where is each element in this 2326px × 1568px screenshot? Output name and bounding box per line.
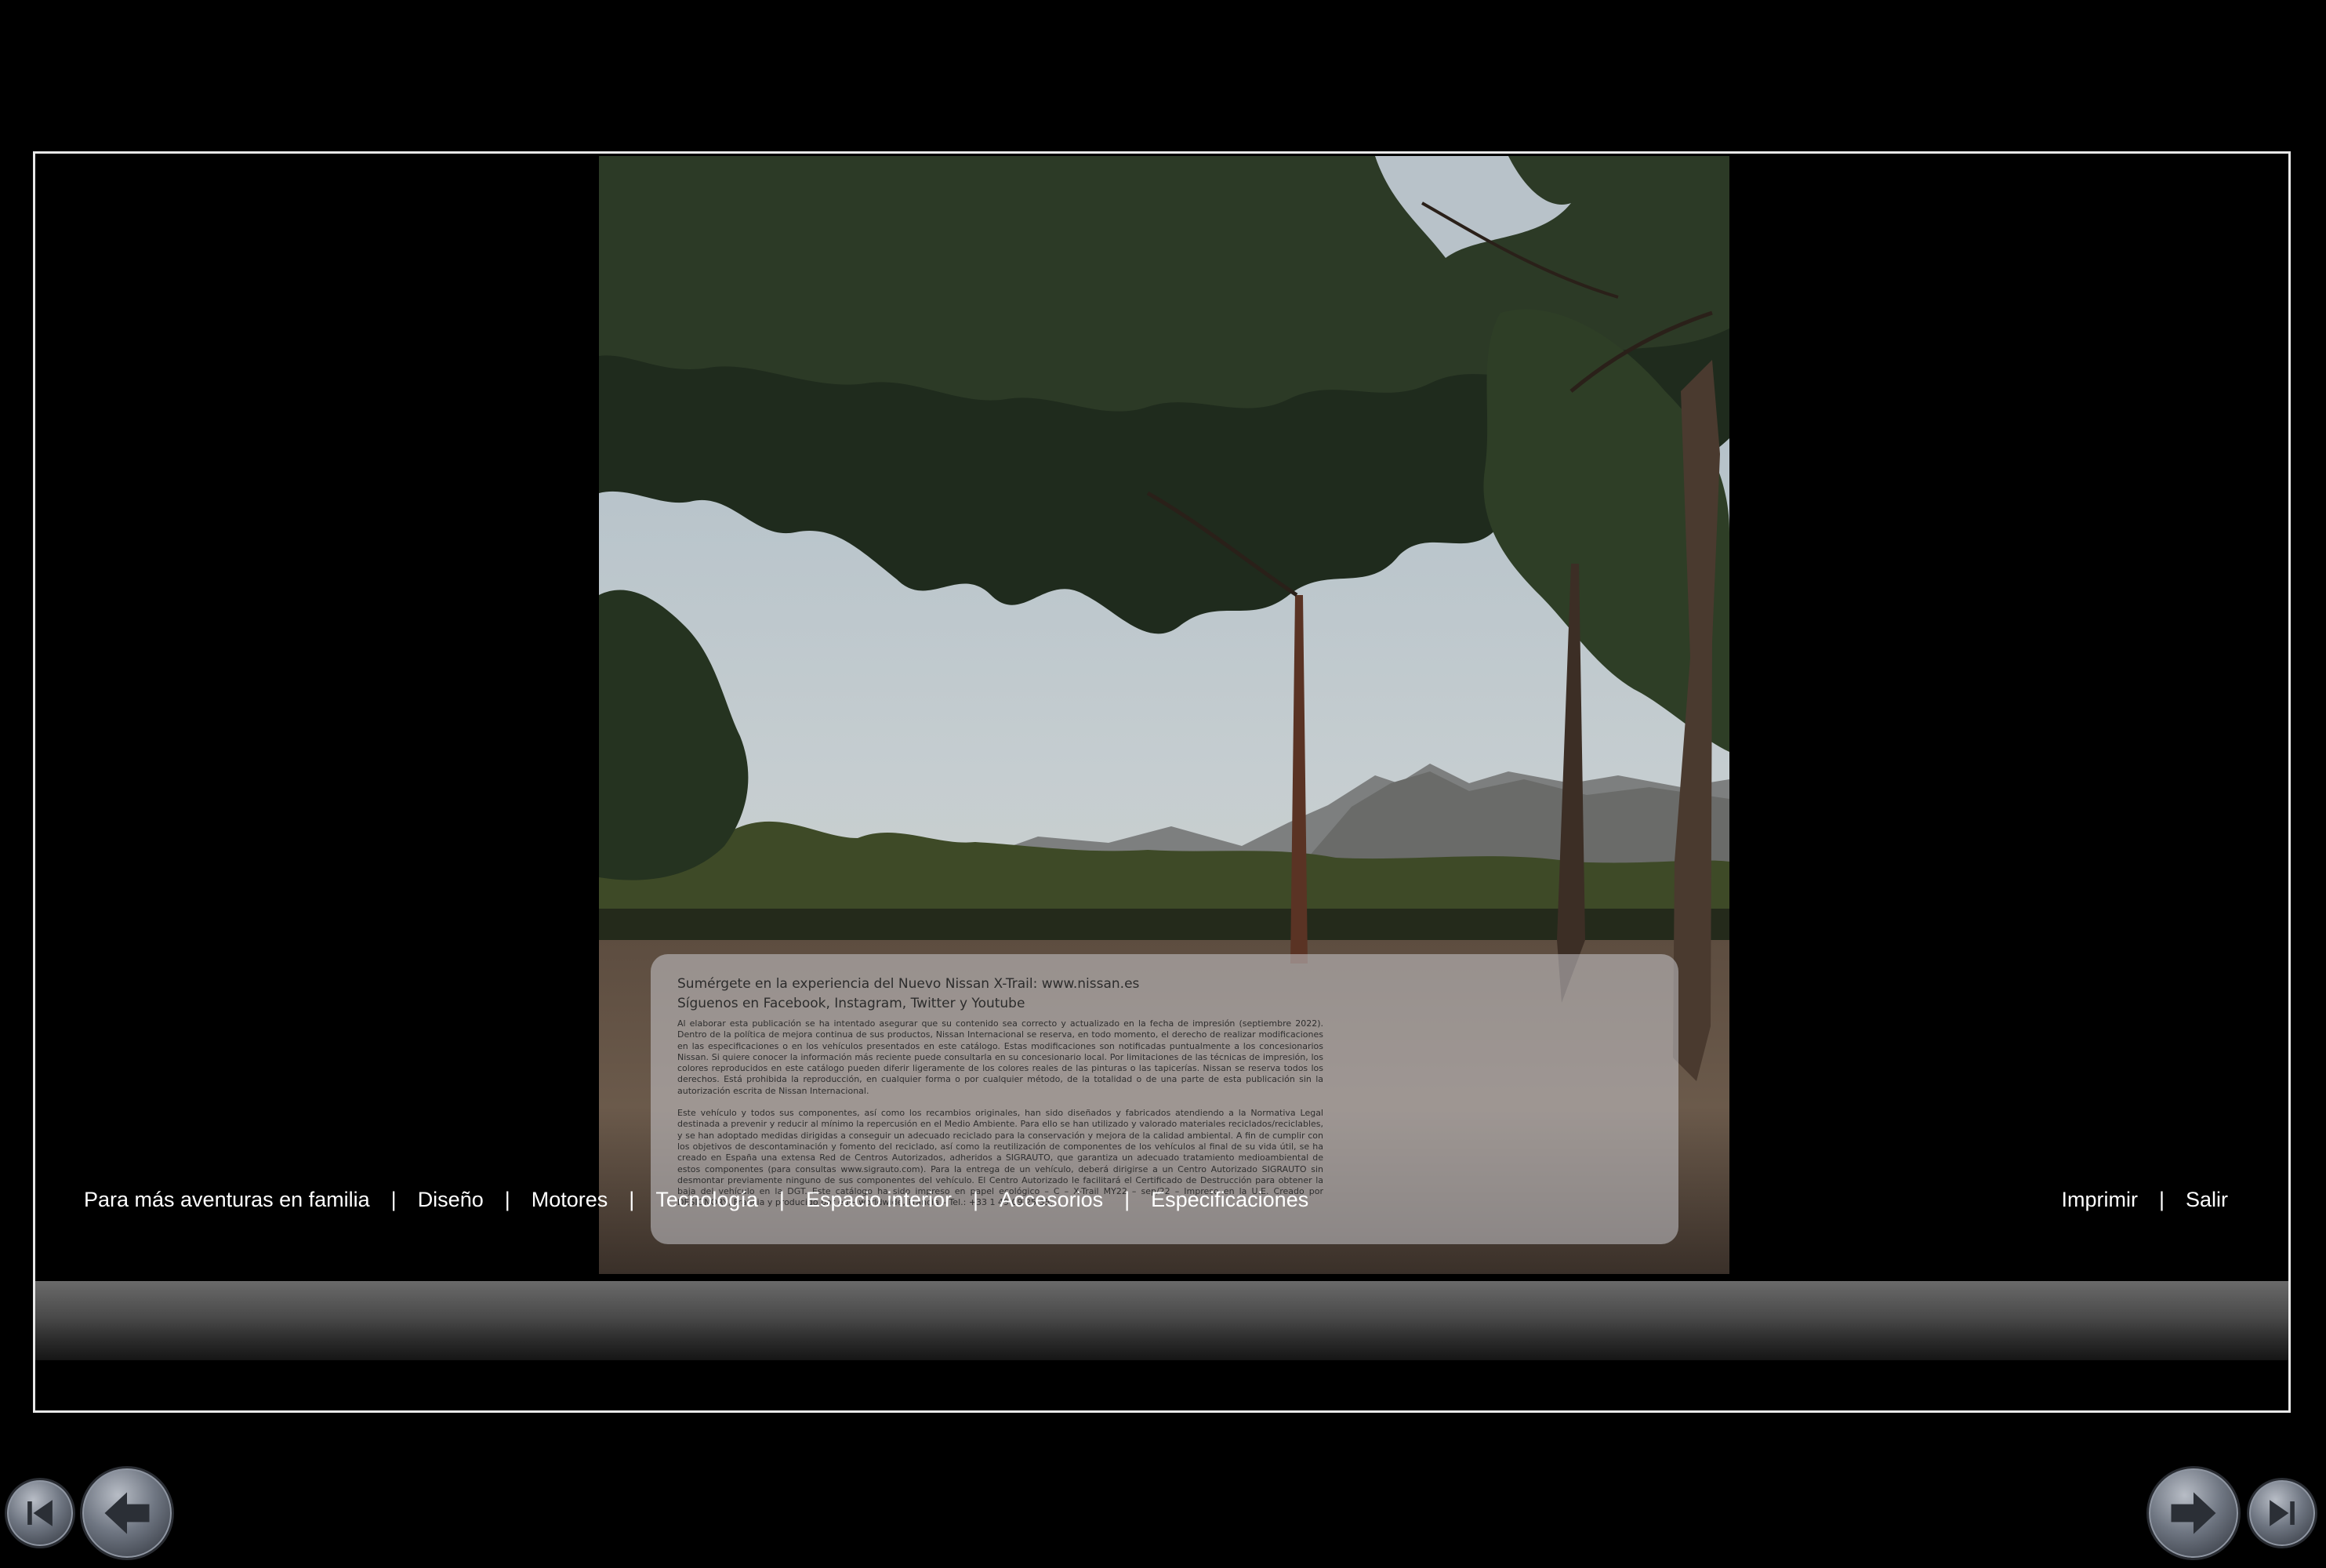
catalog-viewer-frame: Sumérgete en la experiencia del Nuevo Ni…	[33, 151, 2291, 1413]
skip-back-icon	[27, 1500, 53, 1526]
last-page-button[interactable]	[2247, 1478, 2317, 1548]
nav-link-tecnologia[interactable]: Tecnología	[655, 1188, 758, 1212]
utility-nav: Imprimir | Salir	[2061, 1188, 2228, 1212]
nav-link-familia[interactable]: Para más aventuras en familia	[84, 1188, 370, 1212]
arrow-left-icon	[104, 1492, 150, 1534]
nav-link-diseno[interactable]: Diseño	[418, 1188, 484, 1212]
website-line: Sumérgete en la experiencia del Nuevo Ni…	[677, 976, 1140, 992]
print-link[interactable]: Imprimir	[2061, 1188, 2137, 1212]
nav-link-accesorios[interactable]: Accesorios	[1000, 1188, 1103, 1212]
nav-separator: |	[778, 1188, 785, 1211]
nav-separator: |	[390, 1188, 397, 1211]
nav-link-motores[interactable]: Motores	[532, 1188, 608, 1212]
exit-link[interactable]: Salir	[2186, 1188, 2228, 1212]
section-nav: Para más aventuras en familia | Diseño |…	[84, 1188, 1308, 1212]
bottom-toolbar	[35, 1281, 2288, 1360]
nav-separator: |	[973, 1188, 979, 1211]
catalog-page: Sumérgete en la experiencia del Nuevo Ni…	[599, 156, 1729, 1274]
social-line: Síguenos en Facebook, Instagram, Twitter…	[677, 996, 1025, 1011]
nav-separator: |	[629, 1188, 635, 1211]
nav-separator: |	[1124, 1188, 1130, 1211]
skip-forward-icon	[2270, 1500, 2295, 1526]
legal-paragraph-1: Al elaborar esta publicación se ha inten…	[677, 1018, 1323, 1096]
first-page-button[interactable]	[5, 1478, 75, 1548]
nav-separator: |	[2158, 1188, 2165, 1211]
next-page-button[interactable]	[2146, 1466, 2241, 1560]
arrow-right-icon	[2171, 1492, 2216, 1534]
previous-page-button[interactable]	[80, 1466, 174, 1560]
nav-link-espacio-interior[interactable]: Espacio interior	[806, 1188, 952, 1212]
nav-separator: |	[504, 1188, 510, 1211]
nav-link-especificaciones[interactable]: Especificaciones	[1151, 1188, 1308, 1212]
